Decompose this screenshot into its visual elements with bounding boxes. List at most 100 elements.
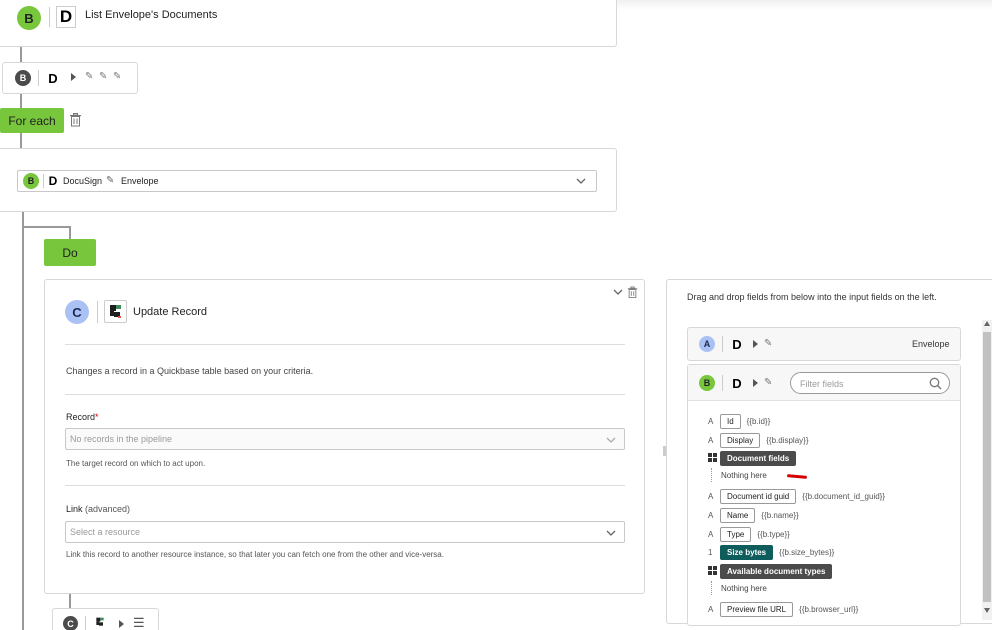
record-placeholder: No records in the pipeline bbox=[70, 434, 173, 444]
docusign-logo: D bbox=[56, 6, 76, 28]
connector-line bbox=[20, 132, 22, 149]
play-icon bbox=[71, 73, 76, 81]
edit-icon: ✎ bbox=[764, 338, 773, 349]
field-row[interactable]: A Type {{b.type}} bbox=[708, 526, 790, 542]
divider bbox=[43, 174, 44, 188]
field-group-label[interactable]: Available document types bbox=[720, 563, 833, 579]
for-each-block[interactable]: For each bbox=[0, 108, 64, 133]
field-row[interactable]: 1 Size bytes {{b.size_bytes}} bbox=[708, 544, 834, 560]
trash-icon[interactable] bbox=[69, 113, 82, 127]
field-expression: {{b.display}} bbox=[766, 435, 809, 445]
field-label[interactable]: Preview file URL bbox=[720, 601, 794, 617]
field-group-row[interactable]: Document fields bbox=[708, 450, 797, 466]
edit-icon[interactable]: ✎ bbox=[113, 71, 121, 82]
panel-hint: Drag and drop fields from below into the… bbox=[687, 292, 937, 302]
field-row[interactable]: A Document id guid {{b.document_id_guid}… bbox=[708, 488, 885, 504]
field-label[interactable]: Size bytes bbox=[720, 544, 774, 560]
trash-icon[interactable] bbox=[627, 286, 638, 299]
empty-text: Nothing here bbox=[721, 583, 767, 593]
field-expression: {{b.name}} bbox=[761, 510, 799, 520]
link-select[interactable]: Select a resource bbox=[65, 521, 625, 543]
edit-icon[interactable]: ✎ bbox=[99, 71, 107, 82]
field-label[interactable]: Type bbox=[720, 526, 752, 542]
divider bbox=[722, 336, 723, 352]
text-type-icon: A bbox=[708, 529, 714, 539]
step-badge: B bbox=[15, 70, 31, 86]
scroll-thumb[interactable] bbox=[983, 332, 991, 602]
docusign-logo: D bbox=[732, 336, 742, 352]
field-label[interactable]: Display bbox=[720, 432, 761, 448]
list-icon[interactable]: ☰ bbox=[133, 615, 145, 630]
filter-placeholder: Filter fields bbox=[800, 379, 844, 389]
divider bbox=[38, 70, 39, 86]
text-type-icon: A bbox=[708, 491, 714, 501]
field-row[interactable]: A Id {{b.id}} bbox=[708, 413, 771, 429]
step-description: Changes a record in a Quickbase table ba… bbox=[66, 366, 314, 376]
record-help: The target record on which to act upon. bbox=[66, 459, 206, 468]
step-badge: C bbox=[63, 616, 78, 630]
play-icon bbox=[753, 340, 758, 348]
scrollbar[interactable] bbox=[982, 320, 992, 620]
field-expression: {{b.id}} bbox=[746, 416, 771, 426]
divider bbox=[49, 7, 50, 27]
record-select[interactable]: No records in the pipeline bbox=[65, 428, 625, 450]
divider bbox=[65, 485, 625, 486]
text-type-icon: A bbox=[708, 435, 714, 445]
field-row[interactable]: A Preview file URL {{b.browser_url}} bbox=[708, 601, 858, 617]
step-card-list-documents[interactable]: B D List Envelope's Documents bbox=[0, 0, 617, 47]
field-expression: {{b.type}} bbox=[757, 529, 790, 539]
filter-fields-input[interactable]: Filter fields bbox=[790, 372, 950, 394]
edit-icon[interactable]: ✎ bbox=[85, 71, 93, 82]
connector-line bbox=[22, 226, 70, 228]
text-type-icon: A bbox=[708, 416, 714, 426]
scroll-up-arrow[interactable] bbox=[984, 321, 990, 326]
step-name: Envelope bbox=[912, 339, 950, 349]
field-row[interactable]: A Display {{b.display}} bbox=[708, 432, 809, 448]
link-label: Link (advanced) bbox=[66, 504, 131, 514]
field-label[interactable]: Document id guid bbox=[720, 488, 797, 504]
docusign-logo: D bbox=[732, 375, 742, 391]
divider bbox=[65, 344, 625, 345]
docusign-logo: D bbox=[48, 70, 58, 86]
source-step-a[interactable]: A D ✎ Envelope bbox=[687, 327, 961, 361]
docusign-logo: D bbox=[48, 174, 58, 188]
chevron-down-icon bbox=[606, 437, 616, 443]
field-row[interactable]: A Name {{b.name}} bbox=[708, 507, 799, 523]
required-mark: * bbox=[95, 412, 99, 422]
connector-line bbox=[69, 226, 71, 240]
link-help: Link this record to another resource ins… bbox=[66, 550, 444, 559]
chevron-down-icon bbox=[576, 178, 586, 184]
field-group-row[interactable]: Available document types bbox=[708, 563, 833, 579]
service-name: DocuSign bbox=[63, 176, 103, 186]
loop-source-card: B D DocuSign ✎ Envelope bbox=[0, 148, 617, 212]
search-icon bbox=[929, 377, 942, 390]
grid-icon bbox=[708, 565, 720, 577]
divider bbox=[722, 375, 723, 391]
object-name: Envelope bbox=[121, 176, 159, 186]
divider bbox=[65, 394, 625, 395]
step-badge: B bbox=[699, 375, 715, 391]
field-label[interactable]: Id bbox=[720, 413, 741, 429]
update-record-card: C Update Record Changes a record in a Qu… bbox=[44, 279, 645, 594]
field-label[interactable]: Name bbox=[720, 507, 756, 523]
do-block[interactable]: Do bbox=[44, 239, 96, 266]
field-group-label[interactable]: Document fields bbox=[720, 450, 797, 466]
chevron-down-icon[interactable] bbox=[613, 289, 623, 296]
play-icon bbox=[753, 379, 758, 387]
empty-group-row: Nothing here bbox=[711, 581, 767, 595]
collapsed-step-card[interactable]: C ☰ bbox=[52, 608, 159, 630]
quickbase-logo bbox=[93, 615, 107, 630]
divider bbox=[97, 301, 98, 323]
text-type-icon: A bbox=[708, 510, 714, 520]
record-label: Record* bbox=[66, 412, 99, 422]
number-type-icon: 1 bbox=[708, 547, 713, 557]
collapsed-step-card[interactable]: B D ✎ ✎ ✎ bbox=[2, 62, 138, 94]
grid-icon bbox=[708, 452, 720, 464]
step-badge: C bbox=[65, 300, 89, 324]
step-badge: A bbox=[699, 336, 715, 352]
scroll-down-arrow[interactable] bbox=[984, 608, 990, 613]
connector-line bbox=[69, 593, 71, 609]
empty-group-row: Nothing here bbox=[711, 468, 767, 482]
divider bbox=[85, 616, 86, 630]
loop-source-select[interactable]: B D DocuSign ✎ Envelope bbox=[17, 170, 597, 192]
